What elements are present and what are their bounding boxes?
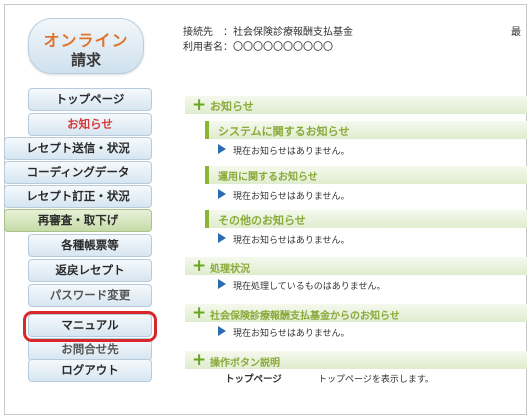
plus-icon: +: [192, 303, 207, 323]
manual-highlight-outline: [23, 311, 157, 342]
section-accent-marker: [205, 121, 209, 139]
logo-text-line1: オンライン: [43, 31, 129, 50]
other-notices-message: 現在お知らせはありません。: [233, 236, 350, 246]
arrow-right-icon: [218, 279, 226, 289]
arrow-right-icon: [218, 189, 226, 199]
operation-notices-message: 現在お知らせはありません。: [233, 192, 350, 202]
plus-icon: +: [192, 350, 207, 370]
processing-status-message: 現在処理しているものはありません。: [233, 282, 386, 292]
section-accent-marker: [205, 210, 209, 228]
arrow-right-icon: [218, 326, 226, 336]
operation-notices-title: 運用に関するお知らせ: [218, 172, 318, 183]
nav-coding-data-button[interactable]: コーディングデータ: [4, 161, 152, 184]
fund-notices-title: 社会保険診療報酬支払基金からのお知らせ: [210, 311, 400, 322]
nav-forms-button[interactable]: 各種帳票等: [28, 234, 152, 257]
connection-info: 接続先 ：社会保険診療報酬支払基金: [183, 27, 353, 38]
arrow-right-icon: [218, 233, 226, 243]
section-accent-marker: [205, 166, 209, 184]
button-help-button-name: トップページ: [225, 374, 282, 385]
fund-notices-message: 現在お知らせはありません。: [233, 329, 350, 339]
plus-icon: +: [192, 95, 207, 115]
nav-password-change-button[interactable]: パスワード変更: [28, 284, 152, 307]
nav-receipt-correction-button[interactable]: レセプト訂正・状況: [4, 185, 152, 208]
notices-section-title: お知らせ: [210, 100, 254, 113]
header-truncated-text: 最: [511, 27, 521, 38]
system-notices-message: 現在お知らせはありません。: [233, 147, 350, 157]
system-notices-title: システムに関するお知らせ: [218, 125, 350, 138]
nav-returned-receipts-button[interactable]: 返戻レセプト: [28, 259, 152, 282]
online-billing-logo: オンライン 請求: [28, 18, 144, 74]
button-help-title: 操作ボタン説明: [210, 358, 280, 369]
processing-status-title: 処理状況: [210, 264, 250, 275]
other-notices-title: その他のお知らせ: [218, 214, 306, 227]
user-name-info: 利用者名：〇〇〇〇〇〇〇〇〇〇: [183, 42, 333, 53]
nav-receipt-send-status-button[interactable]: レセプト送信・状況: [4, 137, 152, 160]
plus-icon: +: [192, 256, 207, 276]
nav-logout-button[interactable]: ログアウト: [28, 359, 152, 382]
logo-text-line2: 請求: [70, 51, 101, 69]
nav-top-page-button[interactable]: トップページ: [28, 88, 152, 111]
button-help-description: トップページを表示します。: [318, 375, 434, 385]
arrow-right-icon: [218, 144, 226, 154]
nav-reexamination-button[interactable]: 再審査・取下げ: [4, 209, 152, 232]
nav-notices-button[interactable]: お知らせ: [28, 113, 152, 136]
